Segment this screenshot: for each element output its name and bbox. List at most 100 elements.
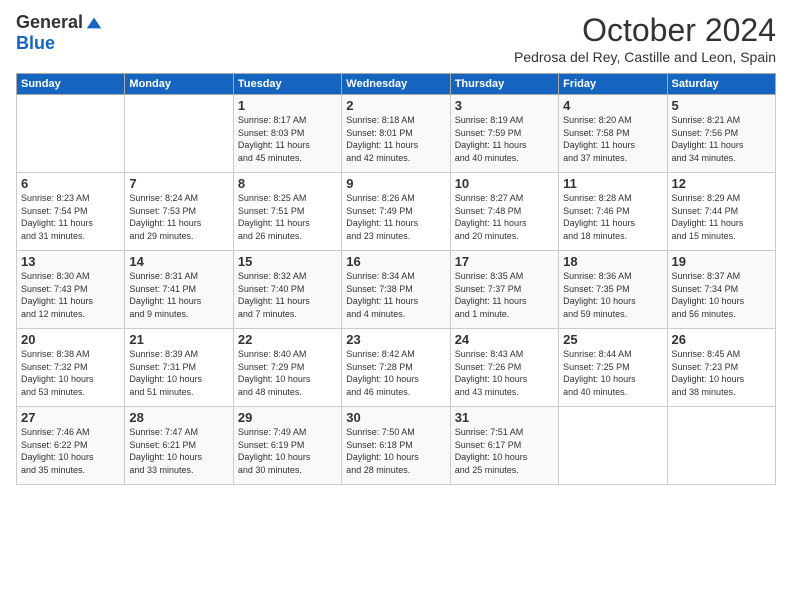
day-info: Sunrise: 8:25 AM Sunset: 7:51 PM Dayligh… <box>238 192 337 242</box>
calendar-cell: 6Sunrise: 8:23 AM Sunset: 7:54 PM Daylig… <box>17 173 125 251</box>
day-number: 1 <box>238 98 337 113</box>
day-number: 12 <box>672 176 771 191</box>
day-info: Sunrise: 8:45 AM Sunset: 7:23 PM Dayligh… <box>672 348 771 398</box>
logo: General Blue <box>16 12 103 54</box>
week-row-0: 1Sunrise: 8:17 AM Sunset: 8:03 PM Daylig… <box>17 95 776 173</box>
logo-icon <box>85 14 103 32</box>
calendar-cell: 22Sunrise: 8:40 AM Sunset: 7:29 PM Dayli… <box>233 329 341 407</box>
day-info: Sunrise: 7:47 AM Sunset: 6:21 PM Dayligh… <box>129 426 228 476</box>
weekday-header-wednesday: Wednesday <box>342 74 450 95</box>
title-section: October 2024 Pedrosa del Rey, Castille a… <box>514 12 776 65</box>
day-info: Sunrise: 8:17 AM Sunset: 8:03 PM Dayligh… <box>238 114 337 164</box>
calendar-cell: 13Sunrise: 8:30 AM Sunset: 7:43 PM Dayli… <box>17 251 125 329</box>
calendar-body: 1Sunrise: 8:17 AM Sunset: 8:03 PM Daylig… <box>17 95 776 485</box>
day-number: 31 <box>455 410 554 425</box>
month-title: October 2024 <box>514 12 776 49</box>
day-number: 14 <box>129 254 228 269</box>
day-info: Sunrise: 8:20 AM Sunset: 7:58 PM Dayligh… <box>563 114 662 164</box>
week-row-3: 20Sunrise: 8:38 AM Sunset: 7:32 PM Dayli… <box>17 329 776 407</box>
logo-general: General <box>16 12 83 33</box>
day-number: 22 <box>238 332 337 347</box>
day-info: Sunrise: 7:49 AM Sunset: 6:19 PM Dayligh… <box>238 426 337 476</box>
calendar-cell <box>667 407 775 485</box>
day-number: 8 <box>238 176 337 191</box>
calendar-cell: 21Sunrise: 8:39 AM Sunset: 7:31 PM Dayli… <box>125 329 233 407</box>
day-info: Sunrise: 8:44 AM Sunset: 7:25 PM Dayligh… <box>563 348 662 398</box>
weekday-header-tuesday: Tuesday <box>233 74 341 95</box>
day-info: Sunrise: 8:18 AM Sunset: 8:01 PM Dayligh… <box>346 114 445 164</box>
day-info: Sunrise: 8:23 AM Sunset: 7:54 PM Dayligh… <box>21 192 120 242</box>
calendar-cell: 10Sunrise: 8:27 AM Sunset: 7:48 PM Dayli… <box>450 173 558 251</box>
day-info: Sunrise: 8:19 AM Sunset: 7:59 PM Dayligh… <box>455 114 554 164</box>
logo-text: General <box>16 12 103 33</box>
calendar-cell: 30Sunrise: 7:50 AM Sunset: 6:18 PM Dayli… <box>342 407 450 485</box>
weekday-header-thursday: Thursday <box>450 74 558 95</box>
subtitle: Pedrosa del Rey, Castille and Leon, Spai… <box>514 49 776 65</box>
day-number: 30 <box>346 410 445 425</box>
calendar-cell: 31Sunrise: 7:51 AM Sunset: 6:17 PM Dayli… <box>450 407 558 485</box>
day-number: 13 <box>21 254 120 269</box>
day-number: 3 <box>455 98 554 113</box>
day-info: Sunrise: 8:26 AM Sunset: 7:49 PM Dayligh… <box>346 192 445 242</box>
calendar-cell: 28Sunrise: 7:47 AM Sunset: 6:21 PM Dayli… <box>125 407 233 485</box>
day-info: Sunrise: 8:28 AM Sunset: 7:46 PM Dayligh… <box>563 192 662 242</box>
calendar-cell: 17Sunrise: 8:35 AM Sunset: 7:37 PM Dayli… <box>450 251 558 329</box>
day-info: Sunrise: 8:27 AM Sunset: 7:48 PM Dayligh… <box>455 192 554 242</box>
day-info: Sunrise: 8:29 AM Sunset: 7:44 PM Dayligh… <box>672 192 771 242</box>
day-number: 19 <box>672 254 771 269</box>
calendar-cell: 20Sunrise: 8:38 AM Sunset: 7:32 PM Dayli… <box>17 329 125 407</box>
calendar-cell: 14Sunrise: 8:31 AM Sunset: 7:41 PM Dayli… <box>125 251 233 329</box>
day-info: Sunrise: 8:40 AM Sunset: 7:29 PM Dayligh… <box>238 348 337 398</box>
calendar-cell: 23Sunrise: 8:42 AM Sunset: 7:28 PM Dayli… <box>342 329 450 407</box>
calendar-cell: 18Sunrise: 8:36 AM Sunset: 7:35 PM Dayli… <box>559 251 667 329</box>
day-number: 20 <box>21 332 120 347</box>
calendar-cell: 3Sunrise: 8:19 AM Sunset: 7:59 PM Daylig… <box>450 95 558 173</box>
day-info: Sunrise: 8:24 AM Sunset: 7:53 PM Dayligh… <box>129 192 228 242</box>
calendar-cell: 27Sunrise: 7:46 AM Sunset: 6:22 PM Dayli… <box>17 407 125 485</box>
calendar-cell: 8Sunrise: 8:25 AM Sunset: 7:51 PM Daylig… <box>233 173 341 251</box>
day-number: 27 <box>21 410 120 425</box>
day-info: Sunrise: 8:32 AM Sunset: 7:40 PM Dayligh… <box>238 270 337 320</box>
calendar-cell <box>559 407 667 485</box>
day-info: Sunrise: 7:51 AM Sunset: 6:17 PM Dayligh… <box>455 426 554 476</box>
day-info: Sunrise: 8:42 AM Sunset: 7:28 PM Dayligh… <box>346 348 445 398</box>
page-container: General Blue October 2024 Pedrosa del Re… <box>0 0 792 612</box>
calendar-cell <box>17 95 125 173</box>
day-number: 16 <box>346 254 445 269</box>
calendar-cell: 2Sunrise: 8:18 AM Sunset: 8:01 PM Daylig… <box>342 95 450 173</box>
day-number: 18 <box>563 254 662 269</box>
day-info: Sunrise: 8:38 AM Sunset: 7:32 PM Dayligh… <box>21 348 120 398</box>
calendar-cell: 7Sunrise: 8:24 AM Sunset: 7:53 PM Daylig… <box>125 173 233 251</box>
calendar-cell: 19Sunrise: 8:37 AM Sunset: 7:34 PM Dayli… <box>667 251 775 329</box>
weekday-row: SundayMondayTuesdayWednesdayThursdayFrid… <box>17 74 776 95</box>
calendar-cell: 4Sunrise: 8:20 AM Sunset: 7:58 PM Daylig… <box>559 95 667 173</box>
calendar-header: SundayMondayTuesdayWednesdayThursdayFrid… <box>17 74 776 95</box>
day-info: Sunrise: 8:21 AM Sunset: 7:56 PM Dayligh… <box>672 114 771 164</box>
day-number: 24 <box>455 332 554 347</box>
day-number: 11 <box>563 176 662 191</box>
header: General Blue October 2024 Pedrosa del Re… <box>16 12 776 65</box>
day-info: Sunrise: 7:50 AM Sunset: 6:18 PM Dayligh… <box>346 426 445 476</box>
day-number: 26 <box>672 332 771 347</box>
day-info: Sunrise: 8:37 AM Sunset: 7:34 PM Dayligh… <box>672 270 771 320</box>
day-number: 9 <box>346 176 445 191</box>
weekday-header-monday: Monday <box>125 74 233 95</box>
day-info: Sunrise: 8:43 AM Sunset: 7:26 PM Dayligh… <box>455 348 554 398</box>
day-number: 7 <box>129 176 228 191</box>
calendar-cell: 5Sunrise: 8:21 AM Sunset: 7:56 PM Daylig… <box>667 95 775 173</box>
day-info: Sunrise: 8:39 AM Sunset: 7:31 PM Dayligh… <box>129 348 228 398</box>
weekday-header-friday: Friday <box>559 74 667 95</box>
day-number: 6 <box>21 176 120 191</box>
calendar-cell: 29Sunrise: 7:49 AM Sunset: 6:19 PM Dayli… <box>233 407 341 485</box>
day-number: 15 <box>238 254 337 269</box>
day-info: Sunrise: 8:36 AM Sunset: 7:35 PM Dayligh… <box>563 270 662 320</box>
calendar-cell: 1Sunrise: 8:17 AM Sunset: 8:03 PM Daylig… <box>233 95 341 173</box>
day-number: 23 <box>346 332 445 347</box>
calendar-cell: 25Sunrise: 8:44 AM Sunset: 7:25 PM Dayli… <box>559 329 667 407</box>
week-row-2: 13Sunrise: 8:30 AM Sunset: 7:43 PM Dayli… <box>17 251 776 329</box>
day-number: 10 <box>455 176 554 191</box>
day-number: 4 <box>563 98 662 113</box>
day-number: 2 <box>346 98 445 113</box>
day-info: Sunrise: 7:46 AM Sunset: 6:22 PM Dayligh… <box>21 426 120 476</box>
day-number: 5 <box>672 98 771 113</box>
